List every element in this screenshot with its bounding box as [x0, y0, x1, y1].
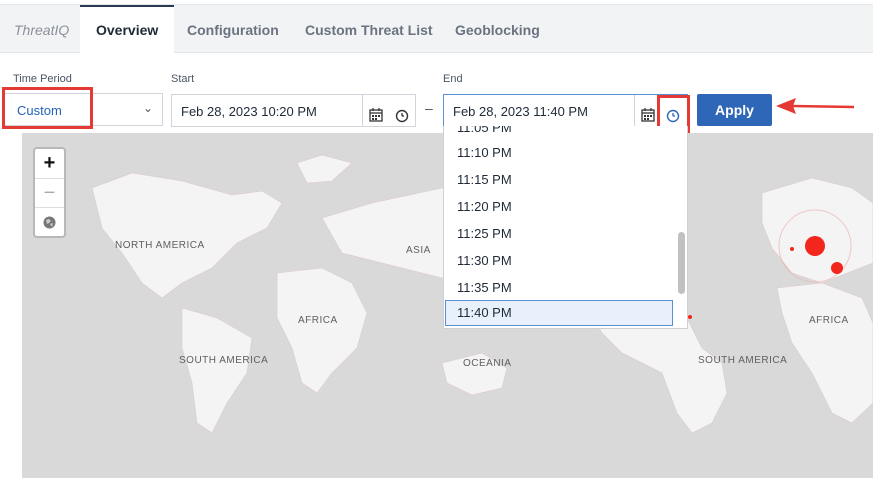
end-label: End	[443, 73, 463, 85]
time-option[interactable]: 11:25 PM	[457, 226, 512, 241]
chevron-down-icon: ⌄	[142, 101, 153, 115]
clock-icon	[395, 109, 409, 123]
end-datetime-input[interactable]: Feb 28, 2023 11:40 PM	[443, 94, 688, 127]
start-datetime-input[interactable]: Feb 28, 2023 10:20 PM	[171, 94, 416, 127]
apply-button[interactable]: Apply	[697, 94, 772, 126]
tab-custom-threat-list[interactable]: Custom Threat List	[305, 5, 433, 53]
time-option[interactable]: 11:10 PM	[457, 145, 512, 160]
dropdown-scrollbar[interactable]	[678, 232, 685, 294]
threat-marker-small[interactable]	[790, 247, 794, 251]
time-option[interactable]: 11:30 PM	[457, 253, 512, 268]
calendar-icon	[369, 108, 383, 122]
zoom-out-button[interactable]: −	[35, 178, 64, 207]
tab-overview[interactable]: Overview	[80, 5, 175, 53]
start-label: Start	[171, 73, 195, 85]
map-zoom-control: + −	[33, 147, 66, 238]
threat-marker-large[interactable]	[805, 236, 825, 256]
reset-view-button[interactable]	[35, 207, 64, 236]
end-datetime-value: Feb 28, 2023 11:40 PM	[453, 104, 588, 119]
start-datetime-value: Feb 28, 2023 10:20 PM	[181, 104, 317, 119]
annotation-arrow-icon	[776, 98, 855, 114]
threat-marker-medium[interactable]	[831, 262, 843, 274]
time-option-selected[interactable]: 11:40 PM	[445, 300, 673, 326]
time-option[interactable]: 11:15 PM	[457, 172, 512, 187]
threat-marker-small[interactable]	[688, 315, 692, 319]
tab-bar: ThreatIQ Overview Configuration Custom T…	[0, 5, 873, 53]
time-option[interactable]: 11:20 PM	[457, 199, 512, 214]
highlight-box-time-period	[2, 87, 93, 129]
globe-icon	[43, 216, 56, 229]
app-logo: ThreatIQ	[14, 22, 70, 38]
start-calendar-button[interactable]	[362, 95, 388, 126]
time-period-label: Time Period	[13, 73, 72, 85]
time-option[interactable]: 11:35 PM	[457, 280, 512, 295]
tab-geoblocking[interactable]: Geoblocking	[455, 5, 540, 53]
zoom-in-button[interactable]: +	[35, 149, 64, 178]
time-option[interactable]: 11:05 PM	[457, 126, 512, 135]
range-separator: –	[425, 100, 433, 116]
start-time-button[interactable]	[388, 95, 414, 126]
time-picker-dropdown[interactable]: 11:05 PM 11:10 PM 11:15 PM 11:20 PM 11:2…	[443, 126, 688, 329]
tab-configuration[interactable]: Configuration	[187, 5, 279, 53]
